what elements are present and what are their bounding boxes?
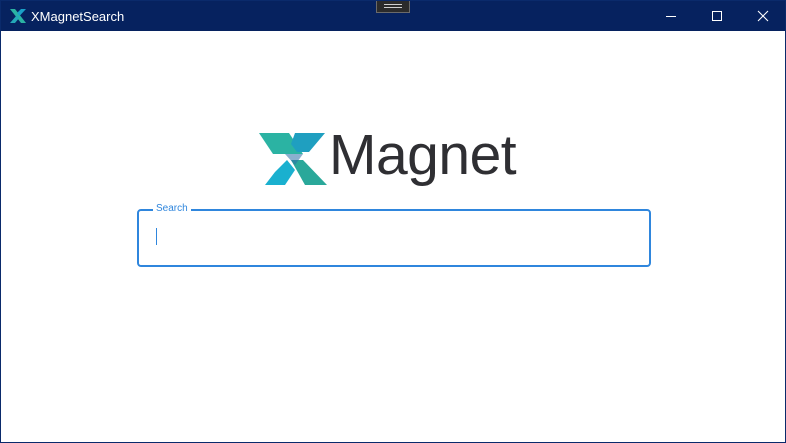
search-field[interactable]: Search bbox=[137, 203, 651, 267]
close-icon bbox=[757, 10, 769, 22]
maximize-icon bbox=[712, 11, 722, 21]
minimize-icon bbox=[666, 16, 676, 17]
logo-text: Magnet bbox=[329, 123, 517, 187]
drag-handle[interactable] bbox=[376, 1, 410, 13]
search-label: Search bbox=[153, 203, 191, 215]
window-title: XMagnetSearch bbox=[31, 9, 125, 24]
search-input[interactable] bbox=[153, 223, 633, 251]
xmagnet-logo-icon bbox=[10, 9, 26, 23]
title-bar[interactable]: XMagnetSearch bbox=[1, 1, 785, 31]
maximize-button[interactable] bbox=[694, 1, 740, 31]
text-caret bbox=[156, 228, 157, 245]
x-logo-mark-icon bbox=[259, 133, 327, 185]
xmagnet-logo: Magnet bbox=[259, 124, 531, 188]
app-window: XMagnetSearch Magnet Search bbox=[0, 0, 786, 443]
main-content: Magnet Search bbox=[1, 31, 785, 442]
close-button[interactable] bbox=[740, 1, 786, 31]
minimize-button[interactable] bbox=[648, 1, 694, 31]
